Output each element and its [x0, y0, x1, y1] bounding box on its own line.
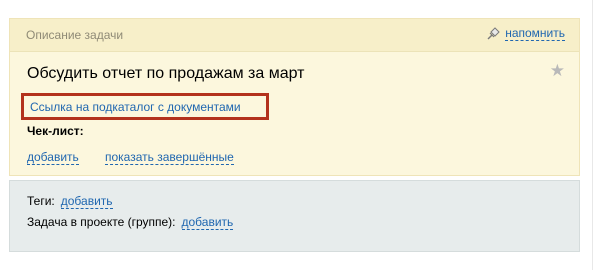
tags-panel: Теги: добавить Задача в проекте (группе):… [9, 180, 580, 252]
tags-add-link[interactable]: добавить [60, 194, 113, 209]
tags-label: Теги: [27, 194, 55, 208]
checklist-add-link[interactable]: добавить [27, 150, 79, 165]
scroll-divider [592, 0, 593, 270]
project-label: Задача в проекте (группе): [27, 215, 176, 229]
task-title: Обсудить отчет по продажам за март [27, 65, 305, 82]
project-row: Задача в проекте (группе): добавить [27, 215, 234, 230]
remind-link[interactable]: напомнить [505, 26, 565, 41]
checklist-label: Чек-лист: [27, 124, 84, 138]
star-icon[interactable]: ★ [550, 61, 565, 81]
remind-control[interactable]: напомнить [486, 26, 565, 41]
card-header: Описание задачи напомнить [10, 19, 579, 52]
tags-row: Теги: добавить [27, 194, 113, 209]
highlight-box: Ссылка на подкаталог с документами [21, 93, 269, 120]
task-view: Описание задачи напомнить Обсудить отчет… [0, 0, 606, 270]
pushpin-icon[interactable] [486, 26, 500, 41]
description-header: Описание задачи [26, 28, 124, 42]
task-card: Описание задачи напомнить Обсудить отчет… [9, 18, 580, 176]
documents-link[interactable]: Ссылка на подкаталог с документами [30, 100, 241, 114]
show-completed-link[interactable]: показать завершённые [105, 150, 234, 165]
project-add-link[interactable]: добавить [181, 215, 234, 230]
